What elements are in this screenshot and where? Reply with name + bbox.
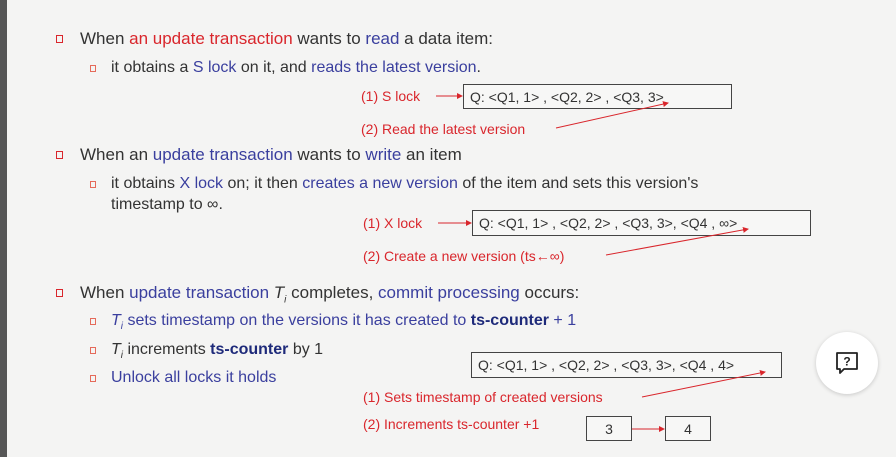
- text: + 1: [548, 312, 577, 329]
- text: ts-counter: [210, 341, 289, 358]
- text: write: [365, 145, 402, 164]
- section2-sub: it obtains X lock on; it then creates a …: [111, 175, 698, 193]
- text: sets timestamp on the versions it has cr…: [123, 312, 471, 329]
- text: T: [273, 283, 285, 302]
- read-latest-step: (2) Read the latest version: [361, 121, 526, 137]
- text: update transaction: [152, 145, 293, 164]
- text: it obtains a: [111, 59, 193, 76]
- bullet-square: [56, 289, 63, 297]
- text: wants to: [292, 145, 366, 164]
- help-button[interactable]: ?: [816, 332, 878, 394]
- x-lock-step: (1) X lock: [363, 215, 423, 231]
- text: When: [80, 283, 130, 302]
- text: Ti: [111, 312, 123, 332]
- counter-after-box: 4: [665, 416, 711, 441]
- text: ts-counter: [470, 312, 549, 329]
- text: reads the latest version: [311, 59, 477, 76]
- text: Ti: [111, 341, 123, 361]
- text: an item: [401, 145, 462, 164]
- text: When an: [80, 145, 153, 164]
- text: T: [111, 312, 121, 329]
- text: X lock: [179, 175, 224, 192]
- text: Ti: [273, 283, 287, 305]
- section3-sub1: Ti sets timestamp on the versions it has…: [111, 312, 576, 332]
- counter-before-box: 3: [586, 416, 632, 441]
- text: it obtains: [111, 175, 180, 192]
- increment-counter-step: (2) Increments ts-counter +1: [363, 416, 540, 432]
- text: a data item:: [399, 29, 494, 48]
- sub-bullet-square: [90, 65, 96, 72]
- text: increments: [123, 341, 211, 358]
- bullet-square: [56, 151, 63, 159]
- sub-bullet-square: [90, 375, 96, 382]
- left-edge-bar: [0, 0, 7, 457]
- text: creates a new version: [302, 175, 458, 192]
- section2-line: When an update transaction wants to writ…: [80, 145, 462, 165]
- text: occurs:: [519, 283, 580, 302]
- section2-sub-cont: timestamp to ∞.: [111, 196, 223, 213]
- text: wants to: [292, 29, 366, 48]
- version-chain-box-2: Q: <Q1, 1> , <Q2, 2> , <Q3, 3>, <Q4 , ∞>: [472, 210, 811, 236]
- text: .: [476, 59, 481, 76]
- sub-bullet-square: [90, 347, 96, 354]
- text: T: [111, 341, 121, 358]
- text: read: [365, 29, 400, 48]
- section1-sub: it obtains a S lock on it, and reads the…: [111, 59, 481, 77]
- text: on it, and: [236, 59, 312, 76]
- bullet-square: [56, 35, 63, 43]
- text: S lock: [192, 59, 237, 76]
- text: by 1: [288, 341, 324, 358]
- version-chain-box-1: Q: <Q1, 1> , <Q2, 2> , <Q3, 3>: [463, 84, 732, 109]
- text: commit processing: [378, 283, 520, 302]
- text: of the item and sets this version's: [457, 175, 699, 192]
- set-timestamp-step: (1) Sets timestamp of created versions: [363, 389, 603, 405]
- section3-line: When update transaction Ti completes, co…: [80, 283, 579, 305]
- text: an update transaction: [129, 29, 293, 48]
- sub-bullet-square: [90, 318, 96, 325]
- text: on; it then: [223, 175, 303, 192]
- section1-line: When an update transaction wants to read…: [80, 29, 493, 49]
- text: completes,: [286, 283, 379, 302]
- question-bubble-icon: ?: [836, 352, 858, 374]
- section3-sub2: Ti increments ts-counter by 1: [111, 341, 323, 361]
- section3-sub3: Unlock all locks it holds: [111, 369, 277, 386]
- text: When: [80, 29, 130, 48]
- s-lock-step: (1) S lock: [361, 88, 421, 104]
- sub-bullet-square: [90, 181, 96, 188]
- create-version-step: (2) Create a new version (ts←∞): [363, 248, 565, 264]
- version-chain-box-3: Q: <Q1, 1> , <Q2, 2> , <Q3, 3>, <Q4 , 4>: [471, 352, 782, 378]
- text: update transaction: [129, 283, 270, 302]
- help-label: ?: [843, 355, 850, 369]
